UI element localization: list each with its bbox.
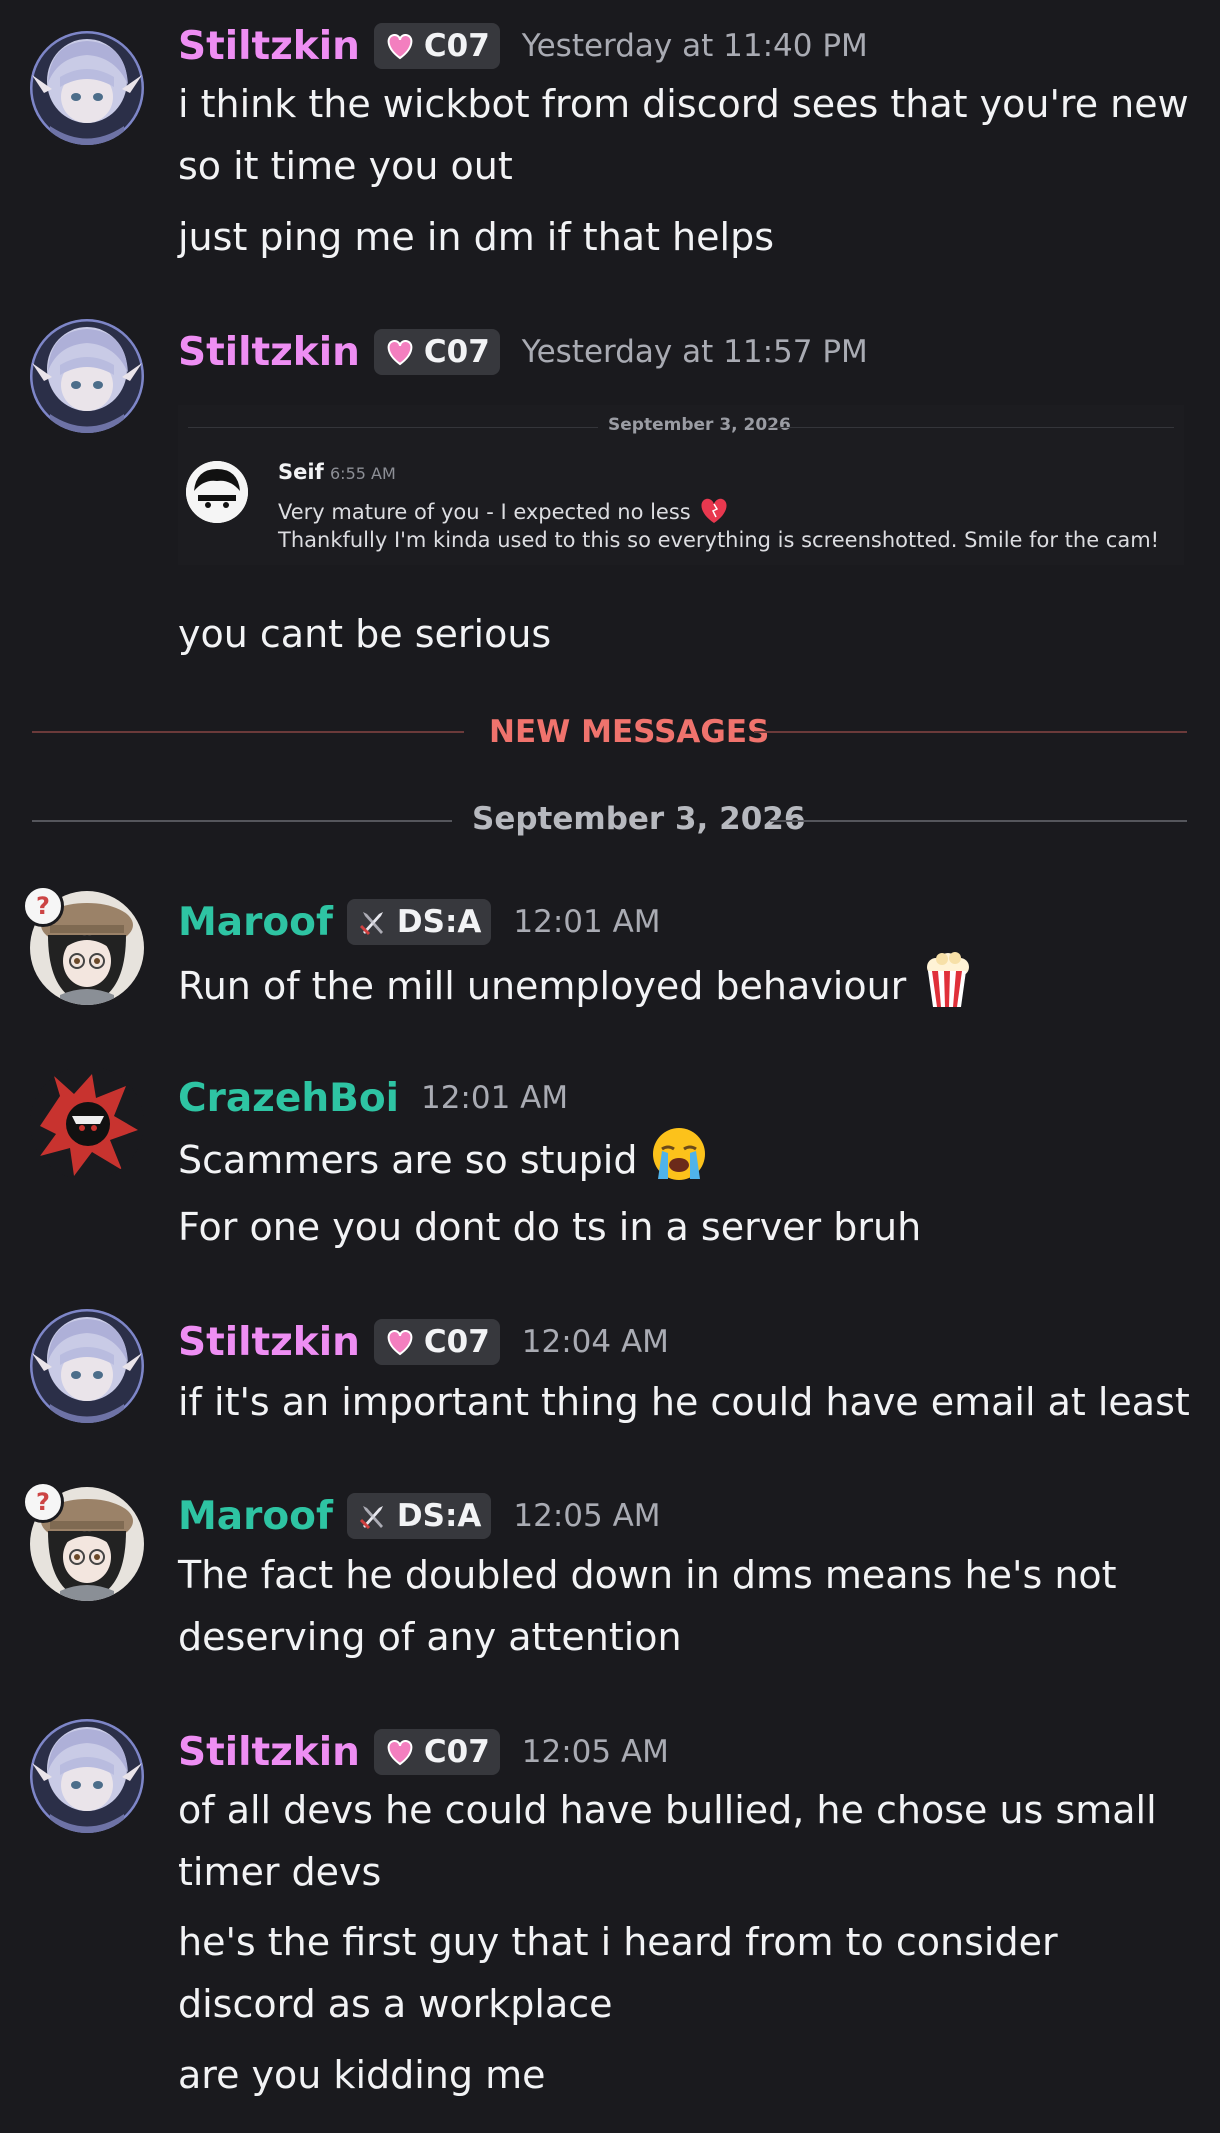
stiltzkin-avatar[interactable] xyxy=(30,31,144,145)
message-line: For one you dont do ts in a server bruh xyxy=(178,1205,922,1249)
tag-label: DS:A xyxy=(396,1498,482,1534)
server-tag[interactable]: C07 xyxy=(373,23,500,69)
tag-label: DS:A xyxy=(396,904,482,940)
message-line: he's the first guy that i heard from to … xyxy=(178,1920,1058,1964)
crossed-swords-icon xyxy=(359,1504,385,1530)
author-name[interactable]: Stiltzkin xyxy=(178,330,360,375)
message-line: so it time you out xyxy=(178,144,513,188)
pink-heart-icon xyxy=(387,1739,413,1765)
server-tag[interactable]: C07 xyxy=(373,329,500,375)
message-header: Stiltzkin C07 Yesterday at 11:40 PM xyxy=(178,20,868,72)
message-line: i think the wickbot from discord sees th… xyxy=(178,82,1189,126)
author-name[interactable]: Stiltzkin xyxy=(178,1730,360,1775)
date-divider-line xyxy=(32,820,452,822)
timestamp: 12:04 AM xyxy=(521,1324,669,1360)
stiltzkin-avatar[interactable] xyxy=(30,319,144,433)
new-messages-label: NEW MESSAGES xyxy=(489,714,770,750)
message-line: The fact he doubled down in dms means he… xyxy=(178,1553,1117,1597)
message-line: discord as a workplace xyxy=(178,1982,613,2026)
tag-label: C07 xyxy=(423,334,490,370)
date-divider-line xyxy=(770,820,1187,822)
question-badge-icon: ? xyxy=(22,885,64,927)
message-line: deserving of any attention xyxy=(178,1615,682,1659)
author-name[interactable]: Stiltzkin xyxy=(178,24,360,69)
pink-heart-icon xyxy=(387,1329,413,1355)
crazehboi-avatar[interactable] xyxy=(30,1066,144,1180)
new-messages-line xyxy=(754,731,1187,733)
message-line: Run of the mill unemployed behaviour xyxy=(178,951,976,1017)
timestamp: Yesterday at 11:40 PM xyxy=(521,28,868,64)
timestamp: 12:05 AM xyxy=(513,1498,661,1534)
mini-divider xyxy=(188,427,598,428)
message-header: Stiltzkin C07 12:05 AM xyxy=(178,1726,669,1778)
server-tag[interactable]: C07 xyxy=(373,1729,500,1775)
message-line: are you kidding me xyxy=(178,2053,546,2097)
mini-line: Thankfully I'm kinda used to this so eve… xyxy=(278,528,1160,552)
server-tag[interactable]: DS:A xyxy=(346,899,492,945)
mini-author: Seif xyxy=(278,460,324,484)
question-badge-icon: ? xyxy=(22,1481,64,1523)
stiltzkin-avatar[interactable] xyxy=(30,1719,144,1833)
popcorn-emoji xyxy=(927,952,970,1007)
pink-heart-icon xyxy=(387,33,413,59)
stiltzkin-avatar[interactable] xyxy=(30,1309,144,1423)
message-line: if it's an important thing he could have… xyxy=(178,1380,1190,1424)
message-line: you cant be serious xyxy=(178,612,552,656)
author-name[interactable]: Stiltzkin xyxy=(178,1320,360,1365)
tag-label: C07 xyxy=(423,28,490,64)
message-header: CrazehBoi 12:01 AM xyxy=(178,1072,568,1124)
message-header: Stiltzkin C07 12:04 AM xyxy=(178,1316,669,1368)
attached-screenshot[interactable]: September 3, 2026 Seif 6:55 AM Very matu… xyxy=(178,405,1184,565)
timestamp: Yesterday at 11:57 PM xyxy=(521,334,868,370)
timestamp: 12:01 AM xyxy=(420,1080,569,1116)
server-tag[interactable]: DS:A xyxy=(346,1493,492,1539)
author-name[interactable]: Maroof xyxy=(178,1494,333,1539)
message-line: just ping me in dm if that helps xyxy=(178,215,774,259)
message-line: of all devs he could have bullied, he ch… xyxy=(178,1788,1157,1832)
server-tag[interactable]: C07 xyxy=(373,1319,500,1365)
message-header: Stiltzkin C07 Yesterday at 11:57 PM xyxy=(178,326,868,378)
loudly-crying-emoji xyxy=(652,1128,705,1180)
seif-avatar xyxy=(186,461,248,523)
pink-heart-icon xyxy=(387,339,413,365)
date-divider-label: September 3, 2026 xyxy=(472,801,806,837)
mini-line: Very mature of you - I expected no less xyxy=(278,495,731,525)
heart-emoji xyxy=(701,498,727,523)
tag-label: C07 xyxy=(423,1324,490,1360)
timestamp: 12:01 AM xyxy=(513,904,661,940)
tag-label: C07 xyxy=(423,1734,490,1770)
message-header: Maroof DS:A 12:05 AM xyxy=(178,1490,661,1542)
message-line: Scammers are so stupid xyxy=(178,1125,708,1191)
mini-divider xyxy=(768,427,1174,428)
crossed-swords-icon xyxy=(359,910,385,936)
new-messages-line xyxy=(32,731,464,733)
mini-time: 6:55 AM xyxy=(330,464,396,483)
message-header: Maroof DS:A 12:01 AM xyxy=(178,896,661,948)
mini-date: September 3, 2026 xyxy=(608,415,791,435)
author-name[interactable]: Maroof xyxy=(178,900,333,945)
message-line: timer devs xyxy=(178,1850,382,1894)
author-name[interactable]: CrazehBoi xyxy=(178,1076,399,1121)
timestamp: 12:05 AM xyxy=(521,1734,669,1770)
